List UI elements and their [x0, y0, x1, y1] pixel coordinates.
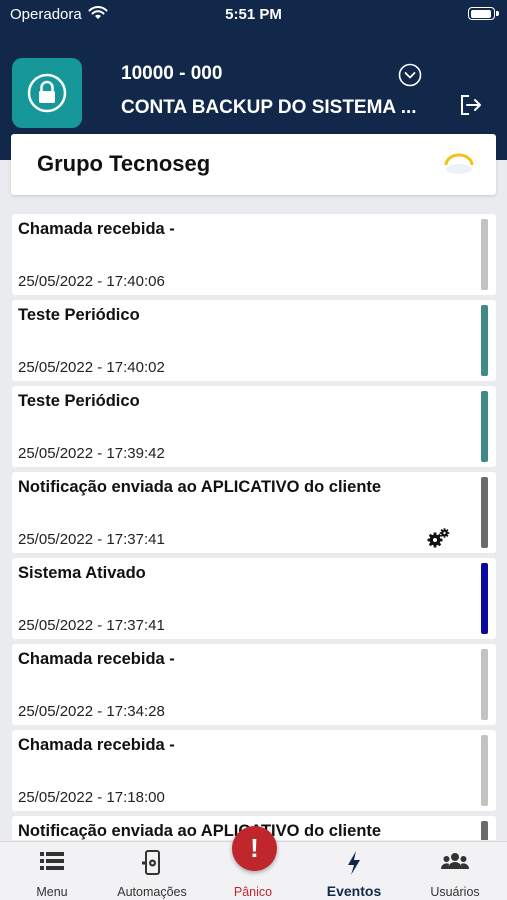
status-time: 5:51 PM: [225, 6, 282, 23]
event-timestamp: 25/05/2022 - 17:40:02: [18, 359, 165, 376]
event-timestamp: 25/05/2022 - 17:39:42: [18, 445, 165, 462]
users-icon: [441, 853, 469, 869]
event-title: Chamada recebida -: [18, 650, 175, 668]
event-title: Teste Periódico: [18, 306, 140, 324]
logout-icon[interactable]: [459, 94, 483, 116]
battery-icon: [468, 7, 499, 20]
nav-panico-label: Pânico: [233, 885, 273, 899]
event-item[interactable]: Chamada recebida - 25/05/2022 - 17:40:06: [12, 214, 496, 295]
chevron-down-icon[interactable]: [398, 63, 422, 87]
event-status-bar: [481, 219, 488, 290]
event-timestamp: 25/05/2022 - 17:18:00: [18, 789, 165, 806]
nav-menu[interactable]: Menu: [2, 842, 102, 900]
group-card[interactable]: Grupo Tecnoseg: [11, 134, 496, 195]
event-timestamp: 25/05/2022 - 17:40:06: [18, 273, 165, 290]
event-title: Teste Periódico: [18, 392, 140, 410]
status-bar: Operadora 5:51 PM: [0, 0, 507, 30]
event-status-bar: [481, 735, 488, 806]
event-timestamp: 25/05/2022 - 17:37:41: [18, 617, 165, 634]
event-item[interactable]: Teste Periódico 25/05/2022 - 17:40:02: [12, 300, 496, 381]
nav-usuarios-label: Usuários: [430, 885, 480, 899]
nav-automacoes-label: Automações: [117, 885, 187, 899]
nav-usuarios[interactable]: Usuários: [405, 842, 505, 900]
event-timestamp: 25/05/2022 - 17:34:28: [18, 703, 165, 720]
event-title: Chamada recebida -: [18, 220, 175, 238]
weather-logo-icon: [444, 153, 474, 174]
nav-eventos[interactable]: Eventos: [304, 842, 404, 900]
event-title: Notificação enviada ao APLICATIVO do cli…: [18, 478, 382, 496]
lock-icon: [27, 73, 67, 113]
event-list: Chamada recebida - 25/05/2022 - 17:40:06…: [12, 214, 496, 840]
event-item[interactable]: Sistema Ativado 25/05/2022 - 17:37:41: [12, 558, 496, 639]
event-item[interactable]: Teste Periódico 25/05/2022 - 17:39:42: [12, 386, 496, 467]
menu-list-icon: [40, 852, 64, 870]
lock-tile[interactable]: [12, 58, 82, 128]
nav-automacoes[interactable]: Automações: [102, 842, 202, 900]
event-item[interactable]: Chamada recebida - 25/05/2022 - 17:34:28: [12, 644, 496, 725]
event-status-bar: [481, 477, 488, 548]
event-item[interactable]: Chamada recebida - 25/05/2022 - 17:18:00: [12, 730, 496, 811]
gears-icon: [427, 528, 450, 548]
account-code: 10000 - 000: [121, 63, 223, 84]
group-name: Grupo Tecnoseg: [37, 151, 211, 176]
lightning-icon: [348, 851, 360, 875]
event-status-bar: [481, 821, 488, 840]
event-title: Chamada recebida -: [18, 736, 175, 754]
panic-button[interactable]: !: [232, 826, 277, 871]
event-title: Sistema Ativado: [18, 564, 146, 582]
event-title: Notificação enviada ao APLICATIVO do cli…: [18, 822, 382, 840]
event-status-bar: [481, 305, 488, 376]
alert-icon: !: [250, 833, 259, 863]
account-name: CONTA BACKUP DO SISTEMA ...: [121, 97, 417, 118]
nav-menu-label: Menu: [36, 885, 68, 899]
phone-settings-icon: [142, 850, 160, 875]
event-status-bar: [481, 391, 488, 462]
event-item[interactable]: Notificação enviada ao APLICATIVO do cli…: [12, 472, 496, 553]
event-timestamp: 25/05/2022 - 17:37:41: [18, 531, 165, 548]
event-status-bar: [481, 649, 488, 720]
nav-eventos-label: Eventos: [326, 883, 382, 899]
event-status-bar: [481, 563, 488, 634]
